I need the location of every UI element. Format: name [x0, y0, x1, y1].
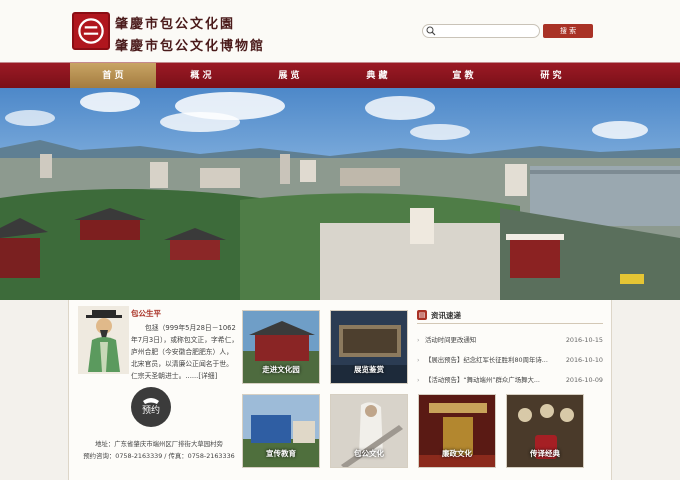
news-item-text[interactable]: 【活动预告】“舞动端州”群众广场舞大... [425, 374, 555, 386]
news-header: ▤ 资讯速递 [417, 308, 603, 324]
tile-classic-translation[interactable]: 传译经典 [506, 394, 584, 468]
news-panel: ▤ 资讯速递 › 活动时间更改通知 2016-10-15 › 【展出预告】纪念红… [417, 308, 603, 386]
contact-text: 预约咨询：0758-2163339 / 传真：0758-2163336 [83, 452, 235, 460]
news-item[interactable]: › 【活动预告】“舞动端州”群众广场舞大... 2016-10-09 [417, 374, 603, 386]
contact-info: 地址：广东省肇庆市端州区厂排街大草园村旁 预约咨询：0758-2163339 /… [79, 438, 239, 462]
hero-banner-image [0, 88, 680, 300]
news-item-date: 2016-10-15 [565, 336, 603, 344]
nav-item-exhibitions[interactable]: 展 览 [246, 63, 332, 89]
content-panel: 包公生平 包拯（999年5月28日－1062年7月3日），或称包文正，字希仁，庐… [68, 300, 612, 480]
nav-item-home[interactable]: 首 页 [70, 63, 156, 89]
bio-text: 包拯（999年5月28日－1062年7月3日），或称包文正，字希仁，庐州合肥（今… [131, 324, 239, 380]
tile-park-tour[interactable]: 走进文化园 [242, 310, 320, 384]
bio-title: 包公生平 [131, 309, 161, 318]
tile-label: 包公文化 [354, 449, 384, 458]
tile-integrity-culture[interactable]: 廉政文化 [418, 394, 496, 468]
search-box [422, 24, 540, 38]
news-item-text[interactable]: 活动时间更改通知 [425, 334, 555, 346]
museum-logo[interactable] [72, 12, 110, 50]
tile-label: 宣传教育 [266, 449, 296, 458]
search-button[interactable]: 搜 索 [543, 24, 593, 38]
bao-zheng-portrait [78, 306, 129, 374]
nav-item-overview[interactable]: 概 况 [158, 63, 244, 89]
tile-exhibition[interactable]: 展览鉴赏 [330, 310, 408, 384]
tile-education[interactable]: 宣传教育 [242, 394, 320, 468]
tile-label: 展览鉴赏 [354, 365, 384, 374]
main-nav: 首 页 概 况 展 览 典 藏 宣 教 研 究 [0, 62, 680, 89]
news-icon: ▤ [417, 310, 427, 320]
site-title-park: 肇慶市包公文化園 [115, 17, 236, 32]
bullet-icon: › [417, 376, 420, 384]
nav-item-collections[interactable]: 典 藏 [334, 63, 420, 89]
tile-bao-culture[interactable]: 包公文化 [330, 394, 408, 468]
nav-item-education[interactable]: 宣 教 [420, 63, 506, 89]
search-icon [426, 26, 436, 36]
bullet-icon: › [417, 356, 420, 364]
news-item-date: 2016-10-10 [565, 356, 603, 364]
tile-label: 廉政文化 [442, 449, 472, 458]
site-title-museum: 肇慶市包公文化博物館 [115, 39, 266, 54]
news-item-text[interactable]: 【展出预告】纪念红军长征胜利80周年诗... [425, 354, 555, 366]
news-item[interactable]: › 活动时间更改通知 2016-10-15 [417, 334, 603, 346]
news-item-date: 2016-10-09 [565, 376, 603, 384]
booking-label: 预约 [141, 406, 160, 416]
news-item[interactable]: › 【展出预告】纪念红军长征胜利80周年诗... 2016-10-10 [417, 354, 603, 366]
site-header: 肇慶市包公文化園 肇慶市包公文化博物館 搜 索 [0, 0, 680, 62]
address-text: 地址：广东省肇庆市端州区厂排街大草园村旁 [95, 440, 223, 448]
search-input[interactable] [437, 26, 537, 36]
tile-label: 走进文化园 [262, 365, 300, 374]
news-title: 资讯速递 [431, 311, 461, 320]
tile-label: 传译经典 [530, 449, 560, 458]
bullet-icon: › [417, 336, 420, 344]
nav-item-research[interactable]: 研 究 [508, 63, 594, 89]
